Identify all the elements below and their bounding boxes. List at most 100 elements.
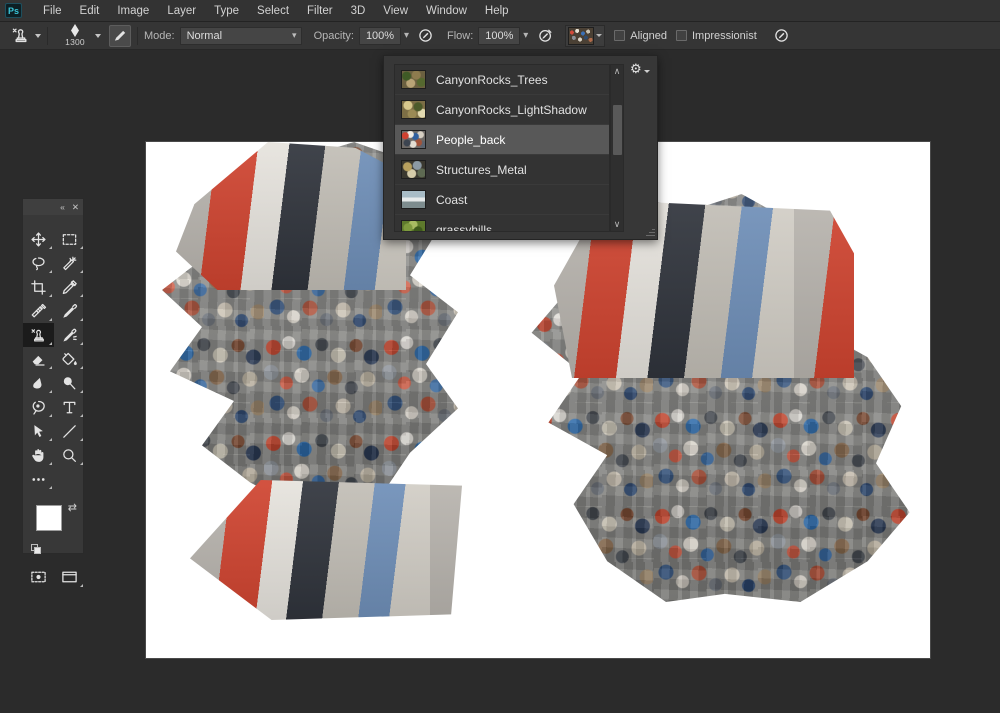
brush-settings-panel-button[interactable] [109, 25, 131, 47]
scroll-up-icon[interactable]: ∧ [614, 65, 621, 78]
flow-label: Flow: [447, 30, 473, 42]
pattern-list[interactable]: CanyonRocks_Trees CanyonRocks_LightShado… [394, 64, 610, 232]
tool-spot-healing-brush[interactable] [23, 299, 54, 323]
tool-pen[interactable] [23, 395, 54, 419]
pattern-label: Coast [436, 193, 467, 207]
mode-buttons [23, 565, 83, 589]
pattern-picker-settings[interactable]: ⚙ [630, 62, 650, 75]
menu-item-3d[interactable]: 3D [342, 2, 375, 20]
flow-chevron-down-icon[interactable]: ▾ [523, 30, 528, 41]
tool-zoom[interactable] [54, 443, 85, 467]
tool-rectangular-marquee[interactable] [54, 227, 85, 251]
pattern-list-item[interactable]: grassyhills [395, 215, 609, 232]
gear-icon[interactable]: ⚙ [630, 62, 642, 75]
collapse-panel-icon[interactable]: « [60, 203, 65, 212]
pattern-list-item[interactable]: CanyonRocks_Trees [395, 65, 609, 95]
tool-horizontal-type[interactable] [54, 395, 85, 419]
tool-path-selection[interactable] [23, 419, 54, 443]
opacity-label: Opacity: [314, 30, 354, 42]
tools-panel-header: « ✕ [23, 199, 83, 215]
menu-item-filter[interactable]: Filter [298, 2, 342, 20]
scrollbar-track[interactable] [612, 79, 623, 219]
impressionist-checkbox-row[interactable]: Impressionist [676, 30, 757, 42]
tool-eyedropper[interactable] [54, 275, 85, 299]
menu-item-edit[interactable]: Edit [71, 2, 109, 20]
flow-input[interactable]: 100% [478, 27, 520, 45]
scroll-down-icon[interactable]: ∨ [614, 218, 621, 231]
tool-preset-chevron-down-icon[interactable] [35, 34, 41, 38]
tool-line[interactable] [54, 419, 85, 443]
tool-hand[interactable] [23, 443, 54, 467]
pattern-list-item[interactable]: Coast [395, 185, 609, 215]
tools-panel-grip[interactable] [23, 215, 83, 224]
screen-mode-button[interactable] [54, 565, 85, 589]
opacity-value: 100% [366, 30, 398, 42]
divider [47, 27, 48, 45]
active-tool-chip[interactable] [8, 25, 41, 47]
impressionist-checkbox[interactable] [676, 30, 687, 41]
tool-move[interactable] [23, 227, 54, 251]
close-panel-icon[interactable]: ✕ [72, 203, 79, 212]
divider [137, 27, 138, 45]
tool-crop[interactable] [23, 275, 54, 299]
menu-item-help[interactable]: Help [476, 2, 518, 20]
tool-blur[interactable] [23, 371, 54, 395]
opacity-input[interactable]: 100% [359, 27, 401, 45]
aligned-label: Aligned [630, 30, 667, 42]
pattern-picker-button[interactable] [565, 25, 605, 47]
swap-colors-icon[interactable]: ⇄ [68, 501, 77, 514]
menu-item-window[interactable]: Window [417, 2, 476, 20]
pattern-list-item[interactable]: Structures_Metal [395, 155, 609, 185]
menu-item-select[interactable]: Select [248, 2, 298, 20]
pattern-chevron-down-icon[interactable] [596, 34, 602, 37]
pattern-label: grassyhills [436, 223, 492, 233]
default-colors-icon[interactable] [31, 544, 42, 555]
quick-mask-mode-button[interactable] [23, 565, 54, 589]
pattern-thumbnail-icon [401, 100, 426, 119]
tool-dodge[interactable] [54, 371, 85, 395]
resize-grip[interactable] [645, 227, 655, 237]
tablet-pressure-size-toggle[interactable] [771, 25, 793, 47]
foreground-color-swatch[interactable] [36, 505, 62, 531]
scrollbar-thumb[interactable] [613, 105, 622, 155]
tool-brush[interactable] [54, 299, 85, 323]
tool-magic-wand[interactable] [54, 251, 85, 275]
brush-preset-picker[interactable]: 1300 [60, 23, 90, 49]
photoshop-logo-icon: Ps [5, 3, 22, 18]
opacity-chevron-down-icon[interactable]: ▾ [404, 30, 409, 41]
pattern-stamp-tool-icon [8, 25, 32, 47]
menu-item-type[interactable]: Type [205, 2, 248, 20]
brush-preset-chevron-down-icon[interactable] [95, 34, 101, 38]
aligned-checkbox[interactable] [614, 30, 625, 41]
pattern-thumbnail-icon [401, 190, 426, 209]
brush-size-value: 1300 [65, 37, 85, 47]
tool-clone-stamp[interactable] [23, 323, 54, 347]
aligned-checkbox-row[interactable]: Aligned [614, 30, 667, 42]
pattern-label: People_back [436, 133, 505, 147]
pattern-list-item[interactable]: CanyonRocks_LightShadow [395, 95, 609, 125]
menu-item-file[interactable]: File [34, 2, 71, 20]
tool-edit-toolbar[interactable] [23, 467, 54, 491]
pattern-picker-popup[interactable]: CanyonRocks_Trees CanyonRocks_LightShado… [383, 55, 658, 240]
menu-bar: Ps File Edit Image Layer Type Select Fil… [0, 0, 1000, 22]
blend-mode-value: Normal [187, 30, 284, 42]
tool-paint-bucket[interactable] [54, 347, 85, 371]
blend-mode-select[interactable]: Normal ▾ [180, 27, 302, 45]
menu-item-layer[interactable]: Layer [158, 2, 205, 20]
opacity-pressure-toggle[interactable] [415, 25, 437, 47]
menu-item-view[interactable]: View [374, 2, 417, 20]
tool-history-brush[interactable] [54, 323, 85, 347]
pattern-label: CanyonRocks_LightShadow [436, 103, 587, 117]
pattern-thumbnail-icon [401, 130, 426, 149]
pattern-label: Structures_Metal [436, 163, 527, 177]
tool-lasso[interactable] [23, 251, 54, 275]
tool-eraser[interactable] [23, 347, 54, 371]
pattern-list-scrollbar[interactable]: ∧ ∨ [610, 64, 624, 232]
tools-panel: « ✕ [22, 198, 84, 554]
airbrush-toggle-button[interactable] [534, 25, 556, 47]
color-swatches: ⇄ [23, 499, 83, 561]
options-bar: 1300 Mode: Normal ▾ Opacity: 100% ▾ Flow… [0, 22, 1000, 50]
menu-item-image[interactable]: Image [108, 2, 158, 20]
pattern-list-item-selected[interactable]: People_back [395, 125, 609, 155]
gear-chevron-down-icon[interactable] [644, 70, 650, 73]
